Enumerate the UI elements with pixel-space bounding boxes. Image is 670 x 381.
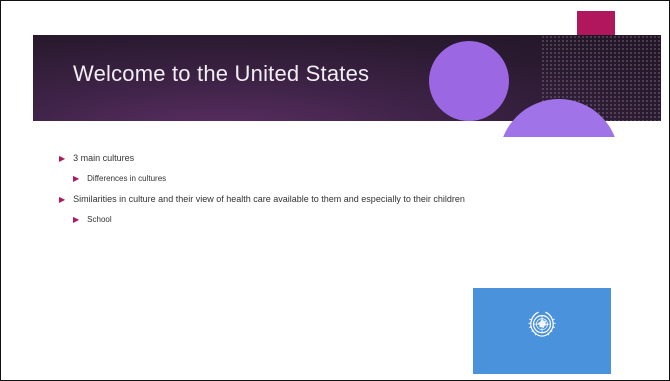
bullet-text: Similarities in culture and their view o…: [73, 194, 465, 204]
bullet-arrow-icon: ▶: [59, 195, 66, 204]
un-emblem-icon: [528, 311, 556, 337]
decorative-circle: [429, 41, 509, 121]
bullet-item-sub: ▶ School: [73, 214, 559, 225]
bullet-arrow-icon: ▶: [73, 174, 80, 183]
bullet-arrow-icon: ▶: [59, 154, 66, 163]
bullet-item: ▶ Similarities in culture and their view…: [59, 194, 559, 205]
bullet-item: ▶ 3 main cultures: [59, 153, 559, 164]
slide-title: Welcome to the United States: [73, 61, 370, 86]
bullet-item-sub: ▶ Differences in cultures: [73, 173, 559, 184]
bullet-list: ▶ 3 main cultures ▶ Differences in cultu…: [59, 153, 559, 235]
bullet-text: Differences in cultures: [87, 174, 167, 183]
slide: Welcome to the United States ▶ 3 main cu…: [0, 0, 670, 381]
bullet-text: School: [87, 215, 112, 224]
un-flag-image: [473, 288, 611, 374]
bullet-text: 3 main cultures: [73, 153, 135, 163]
bullet-arrow-icon: ▶: [73, 215, 80, 224]
